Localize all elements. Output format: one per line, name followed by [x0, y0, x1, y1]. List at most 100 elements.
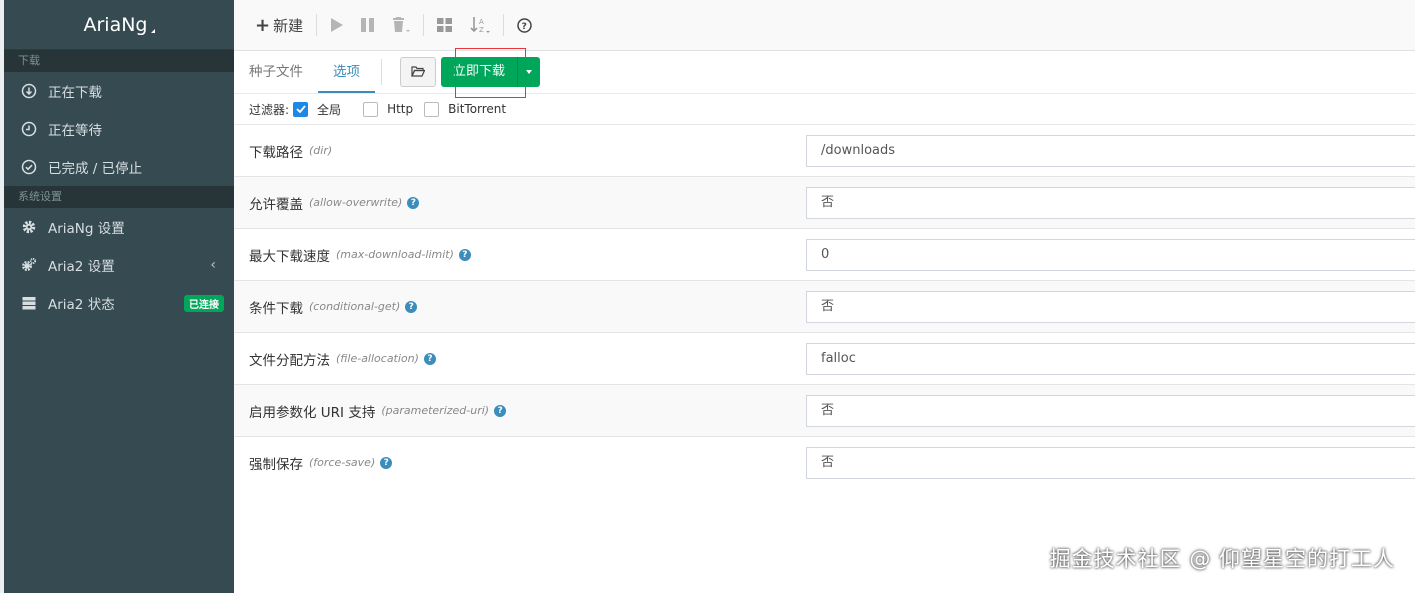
download-now-button-group: 立即下载	[441, 57, 541, 87]
option-row-parameterized-uri: 启用参数化 URI 支持 (parameterized-uri) ? 否	[234, 385, 1415, 437]
option-name: 强制保存	[249, 456, 303, 473]
option-row-file-allocation: 文件分配方法 (file-allocation) ? falloc	[234, 333, 1415, 385]
check-circle-icon	[21, 159, 37, 175]
download-options-dropdown[interactable]	[518, 57, 541, 87]
sidebar-item-stopped[interactable]: 已完成 / 已停止	[4, 148, 234, 186]
caret-down-icon	[526, 70, 533, 74]
tab-divider	[381, 59, 382, 85]
clock-icon	[21, 121, 37, 137]
main-content: + 新建 AZ ? 种子文件 选项 立即下载 过滤器: 全局 Http BitT…	[234, 0, 1415, 593]
option-key: (dir)	[309, 144, 333, 157]
toolbar: + 新建 AZ ?	[234, 0, 1415, 51]
filter-bittorrent-checkbox[interactable]	[424, 101, 440, 117]
display-mode-button[interactable]	[428, 13, 461, 37]
option-row-max-download-limit: 最大下载速度 (max-download-limit) ? 0	[234, 229, 1415, 281]
pause-icon	[361, 18, 375, 32]
option-select-allow-overwrite[interactable]: 否	[806, 186, 1415, 219]
new-task-label: 新建	[273, 16, 304, 35]
help-icon[interactable]: ?	[380, 456, 393, 469]
toolbar-divider	[316, 14, 318, 36]
filter-http-checkbox[interactable]	[363, 101, 379, 117]
app-title: AriaNg	[83, 13, 148, 36]
option-select-force-save[interactable]: 否	[806, 446, 1415, 479]
option-select-file-allocation[interactable]: falloc	[806, 342, 1415, 375]
filter-all-checkbox[interactable]	[293, 101, 309, 117]
sidebar-section-settings: 系统设置	[4, 186, 234, 208]
open-file-button[interactable]	[400, 57, 436, 87]
option-input-max-download-limit[interactable]: 0	[806, 238, 1415, 271]
sidebar-item-label: Aria2 设置	[48, 259, 115, 275]
svg-text:?: ?	[522, 22, 527, 32]
start-button[interactable]	[321, 13, 352, 37]
help-icon[interactable]: ?	[407, 196, 420, 209]
sidebar-item-waiting[interactable]: 正在等待	[4, 110, 234, 148]
sidebar-item-downloading[interactable]: 正在下载	[4, 72, 234, 110]
help-icon[interactable]: ?	[458, 248, 471, 261]
option-row-allow-overwrite: 允许覆盖 (allow-overwrite) ? 否	[234, 177, 1415, 229]
help-icon[interactable]: ?	[494, 404, 507, 417]
filter-http-label: Http	[387, 102, 414, 116]
watermark: 掘金技术社区 @ 仰望星空的打工人	[1049, 547, 1395, 571]
option-row-force-save: 强制保存 (force-save) ? 否	[234, 437, 1415, 488]
grid-icon	[437, 18, 453, 32]
option-row-dir: 下载路径 (dir) /downloads	[234, 125, 1415, 177]
tab-options[interactable]: 选项	[318, 51, 375, 93]
download-now-button[interactable]: 立即下载	[441, 57, 519, 87]
option-key: (max-download-limit)	[336, 248, 454, 261]
option-select-parameterized-uri[interactable]: 否	[806, 394, 1415, 427]
sidebar-item-label: 正在下载	[48, 85, 102, 101]
delete-button[interactable]	[383, 13, 419, 37]
sidebar-item-ariang-settings[interactable]: AriaNg 设置	[4, 208, 234, 246]
pause-button[interactable]	[352, 13, 383, 37]
option-name: 最大下载速度	[249, 248, 330, 265]
option-label: 强制保存 (force-save) ?	[249, 453, 393, 473]
help-button[interactable]: ?	[508, 13, 541, 37]
options-list: 下载路径 (dir) /downloads 允许覆盖 (allow-overwr…	[234, 125, 1415, 488]
option-label: 条件下载 (conditional-get) ?	[249, 297, 418, 317]
sidebar-item-label: 正在等待	[48, 123, 102, 139]
option-key: (allow-overwrite)	[309, 196, 403, 209]
option-key: (force-save)	[309, 456, 376, 469]
option-label: 文件分配方法 (file-allocation) ?	[249, 349, 436, 369]
tab-torrent-file[interactable]: 种子文件	[234, 51, 318, 93]
app-logo[interactable]: AriaNg	[4, 0, 234, 50]
sidebar-item-label: Aria2 状态	[48, 297, 115, 313]
status-badge: 已连接	[184, 294, 224, 312]
filter-all-label: 全局	[317, 102, 342, 117]
sort-alpha-icon: AZ	[470, 17, 491, 34]
sidebar-section-download: 下载	[4, 50, 234, 72]
sidebar: AriaNg 下载 正在下载 正在等待 已完成 / 已停止 系统设置 AriaN…	[0, 0, 234, 593]
tabs-row: 种子文件 选项 立即下载	[234, 48, 1415, 98]
gears-icon	[21, 257, 37, 273]
option-key: (file-allocation)	[336, 352, 419, 365]
option-key: (conditional-get)	[309, 300, 401, 313]
filter-row: 过滤器: 全局 Http BitTorrent	[234, 94, 1415, 125]
option-label: 最大下载速度 (max-download-limit) ?	[249, 245, 471, 265]
gear-icon	[21, 219, 37, 235]
option-name: 允许覆盖	[249, 196, 303, 213]
option-name: 条件下载	[249, 300, 303, 317]
sidebar-item-aria2-settings[interactable]: Aria2 设置 ‹	[4, 246, 234, 284]
filter-bittorrent-label: BitTorrent	[448, 102, 507, 116]
server-icon	[21, 295, 37, 311]
option-input-dir[interactable]: /downloads	[806, 134, 1415, 167]
help-icon[interactable]: ?	[423, 352, 436, 365]
plus-icon: +	[255, 14, 271, 36]
option-name: 文件分配方法	[249, 352, 330, 369]
option-key: (parameterized-uri)	[381, 404, 490, 417]
svg-text:Z: Z	[479, 26, 484, 34]
svg-text:A: A	[479, 18, 484, 26]
sort-button[interactable]: AZ	[461, 13, 499, 37]
option-label: 允许覆盖 (allow-overwrite) ?	[249, 193, 420, 213]
help-icon[interactable]: ?	[405, 300, 418, 313]
option-row-conditional-get: 条件下载 (conditional-get) ? 否	[234, 281, 1415, 333]
chevron-left-icon: ‹	[210, 257, 216, 273]
new-task-button[interactable]: + 新建	[246, 13, 312, 37]
trash-icon	[393, 17, 411, 32]
question-circle-icon: ?	[517, 17, 532, 33]
folder-open-icon	[411, 66, 425, 77]
option-select-conditional-get[interactable]: 否	[806, 290, 1415, 323]
sidebar-item-aria2-status[interactable]: Aria2 状态 已连接	[4, 284, 234, 322]
download-circle-icon	[21, 83, 37, 99]
option-name: 启用参数化 URI 支持	[249, 404, 376, 421]
